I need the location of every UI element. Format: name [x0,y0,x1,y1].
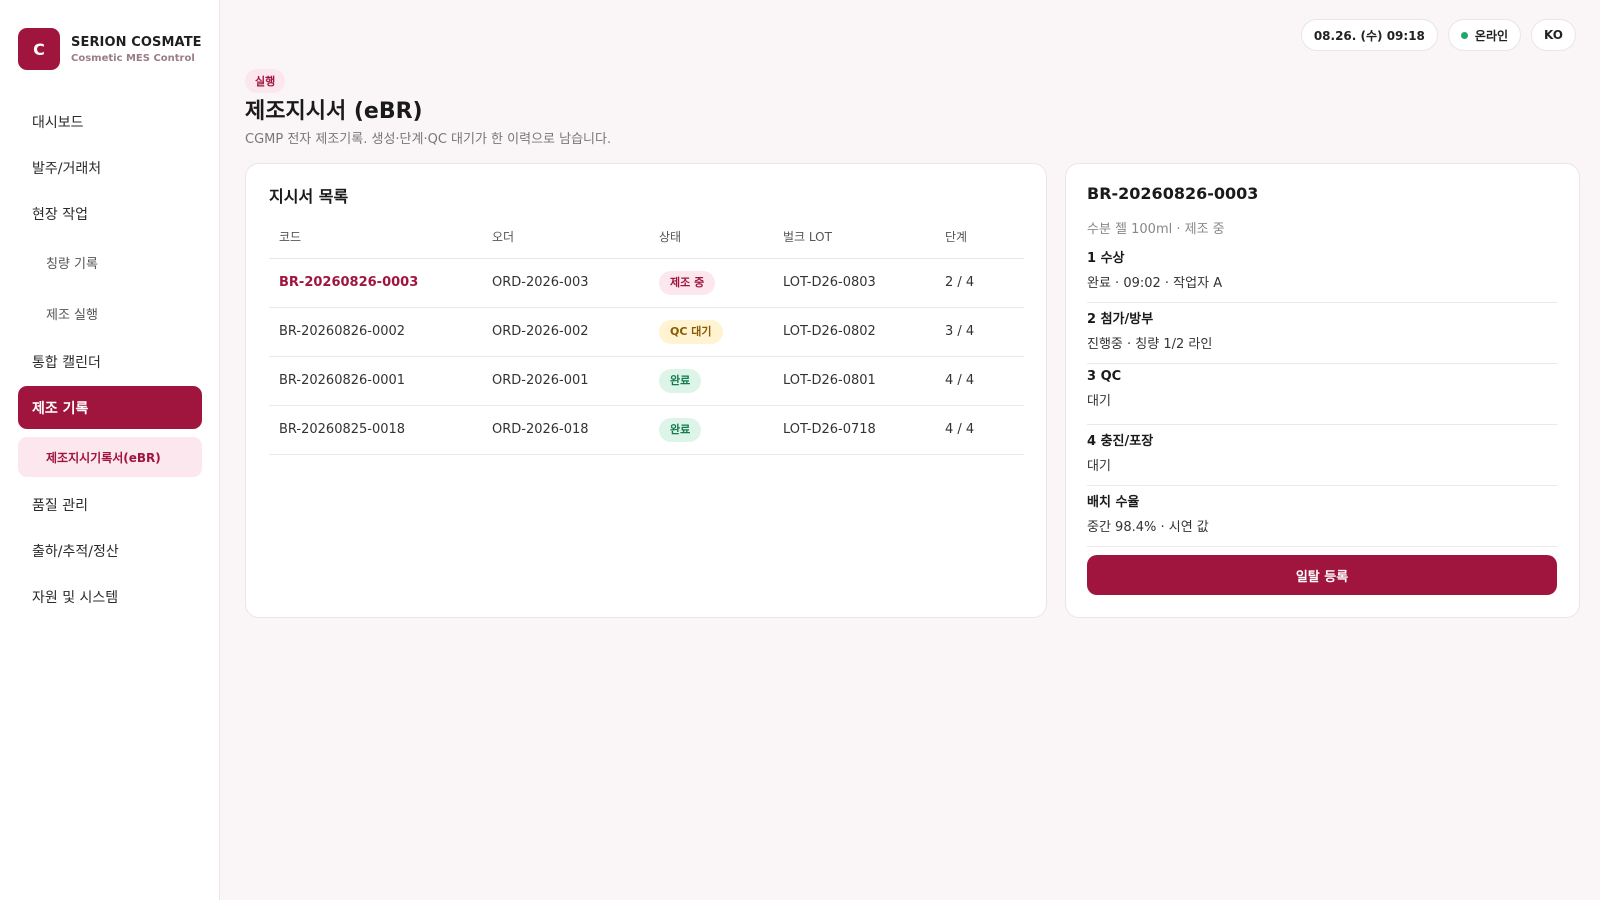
table-row[interactable]: BR-20260826-0001 ORD-2026-001 완료 LOT-D26… [269,356,1024,406]
brand-subtitle: Cosmetic MES Control [71,52,195,64]
cell-order: ORD-2026-002 [482,307,649,357]
cell-step: 4 / 4 [935,405,1024,455]
column-header-order: 오더 [482,216,649,259]
cell-lot: LOT-D26-0801 [773,356,935,406]
step-item: 배치 수율 중간 98.4% · 시연 값 [1087,486,1557,547]
sidebar-item-orders[interactable]: 발주/거래처 [18,146,202,189]
sidebar-item-manufacturing-run[interactable]: 제조 실행 [18,289,202,337]
brand-logo: C [18,28,60,70]
cell-code[interactable]: BR-20260826-0001 [269,356,482,406]
datetime-pill: 08.26. (수) 09:18 [1300,19,1438,51]
page-title: 제조지시서 (eBR) [245,99,423,124]
step-list: 1 수상 완료 · 09:02 · 작업자 A 2 첨가/방부 진행중 · 칭량… [1087,242,1557,547]
brand: C SERION COSMATE Cosmetic MES Control [18,28,202,70]
section-tag: 실행 [245,69,286,93]
sidebar-item-manufacturing-records[interactable]: 제조 기록 [18,386,202,429]
detail-subtitle: 수분 젤 100ml · 제조 중 [1087,222,1225,237]
online-dot-icon [1460,31,1468,39]
cell-step: 2 / 4 [935,258,1024,308]
step-name: 1 수상 [1087,251,1125,266]
cell-lot: LOT-D26-0802 [773,307,935,357]
step-name: 4 충진/포장 [1087,434,1154,449]
column-header-step: 단계 [935,216,1024,259]
column-header-status: 상태 [649,216,773,259]
sidebar-item-quality[interactable]: 품질 관리 [18,483,202,526]
sidebar-item-weighing[interactable]: 칭량 기록 [18,238,202,286]
step-desc: 대기 [1087,394,1111,409]
sidebar-item-field-work[interactable]: 현장 작업 [18,192,202,235]
detail-title: BR-20260826-0003 [1087,184,1259,203]
sidebar-nav: 대시보드 발주/거래처 현장 작업 칭량 기록 제조 실행 통합 캘린더 제조 … [18,100,202,621]
table-row[interactable]: BR-20260825-0018 ORD-2026-018 완료 LOT-D26… [269,405,1024,455]
sidebar-item-ebr[interactable]: 제조지시기록서(eBR) [18,437,202,477]
batch-record-list-card: 지시서 목록 코드 오더 상태 벌크 LOT 단계 BR-20260826-00… [245,163,1047,618]
language-button[interactable]: KO [1531,19,1576,51]
column-header-code: 코드 [269,216,482,259]
step-desc: 완료 · 09:02 · 작업자 A [1087,276,1223,291]
step-item: 1 수상 완료 · 09:02 · 작업자 A [1087,242,1557,303]
sidebar-item-calendar[interactable]: 통합 캘린더 [18,340,202,383]
batch-record-table: 코드 오더 상태 벌크 LOT 단계 BR-20260826-0003 ORD-… [269,216,1024,455]
status-badge: QC 대기 [659,319,723,344]
status-pill: 온라인 [1447,19,1522,51]
cell-order: ORD-2026-018 [482,405,649,455]
step-item: 2 첨가/방부 진행중 · 칭량 1/2 라인 [1087,303,1557,364]
step-desc: 중간 98.4% · 시연 값 [1087,520,1209,535]
cell-lot: LOT-D26-0718 [773,405,935,455]
sidebar: C SERION COSMATE Cosmetic MES Control 대시… [0,0,220,900]
topbar: 08.26. (수) 09:18 온라인 KO [1300,19,1576,51]
step-name: 2 첨가/방부 [1087,312,1154,327]
sidebar-item-dashboard[interactable]: 대시보드 [18,100,202,143]
sidebar-item-shipping[interactable]: 출하/추적/정산 [18,529,202,572]
cell-code[interactable]: BR-20260826-0002 [269,307,482,357]
step-item: 3 QC 대기 [1087,364,1557,425]
page-subtitle: CGMP 전자 제조기록. 생성·단계·QC 대기가 한 이력으로 남습니다. [245,132,612,147]
cell-order: ORD-2026-001 [482,356,649,406]
step-desc: 진행중 · 칭량 1/2 라인 [1087,337,1213,352]
cell-code[interactable]: BR-20260825-0018 [269,405,482,455]
cell-lot: LOT-D26-0803 [773,258,935,308]
step-name: 3 QC [1087,369,1122,384]
status-label: 온라인 [1474,28,1509,43]
sidebar-item-resources[interactable]: 자원 및 시스템 [18,575,202,618]
cell-code[interactable]: BR-20260826-0003 [269,258,482,308]
register-deviation-button[interactable]: 일탈 등록 [1087,555,1557,595]
status-badge: 완료 [659,417,702,442]
cell-step: 4 / 4 [935,356,1024,406]
column-header-lot: 벌크 LOT [773,216,935,259]
step-name: 배치 수율 [1087,495,1140,510]
table-row[interactable]: BR-20260826-0003 ORD-2026-003 제조 중 LOT-D… [269,258,1024,308]
status-badge: 완료 [659,368,702,393]
cell-order: ORD-2026-003 [482,258,649,308]
step-desc: 대기 [1087,459,1111,474]
table-row[interactable]: BR-20260826-0002 ORD-2026-002 QC 대기 LOT-… [269,307,1024,357]
step-item: 4 충진/포장 대기 [1087,425,1557,486]
cell-step: 3 / 4 [935,307,1024,357]
status-badge: 제조 중 [659,270,716,295]
table-header-row: 코드 오더 상태 벌크 LOT 단계 [269,216,1024,259]
brand-name: SERION COSMATE [71,34,202,50]
list-title: 지시서 목록 [269,187,349,206]
batch-record-detail-card: BR-20260826-0003 수분 젤 100ml · 제조 중 1 수상 … [1065,163,1580,618]
